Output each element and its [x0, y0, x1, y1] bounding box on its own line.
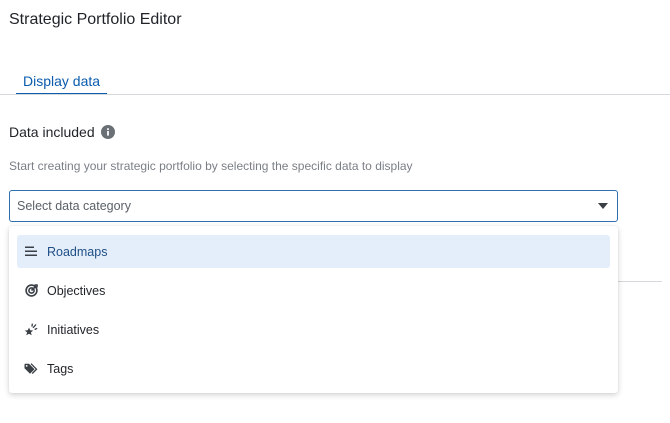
menu-item-label: Roadmaps [47, 244, 108, 259]
data-included-label: Data included [9, 124, 95, 140]
roadmap-lines-icon [23, 244, 39, 260]
menu-item-initiatives[interactable]: Initiatives [17, 313, 610, 346]
helper-text: Start creating your strategic portfolio … [9, 159, 413, 173]
info-circle-icon[interactable] [100, 125, 115, 139]
select-placeholder: Select data category [17, 199, 131, 213]
menu-item-label: Initiatives [47, 322, 100, 337]
menu-item-objectives[interactable]: Objectives [17, 274, 610, 307]
data-category-dropdown-menu: Roadmaps Objectives Initiatives Tags [9, 226, 618, 393]
data-included-heading: Data included [9, 124, 115, 140]
data-category-select[interactable]: Select data category [9, 190, 618, 222]
menu-item-label: Tags [47, 361, 74, 376]
target-icon [23, 283, 39, 299]
tags-icon [23, 361, 39, 377]
caret-down-icon[interactable] [598, 201, 608, 211]
tab-divider [0, 94, 670, 95]
page-title: Strategic Portfolio Editor [9, 11, 182, 28]
background-divider [618, 281, 662, 282]
initiative-sparkle-icon [23, 322, 39, 338]
menu-item-label: Objectives [47, 283, 106, 298]
menu-item-roadmaps[interactable]: Roadmaps [17, 235, 610, 268]
tab-display-data[interactable]: Display data [16, 70, 108, 95]
menu-item-tags[interactable]: Tags [17, 352, 610, 385]
